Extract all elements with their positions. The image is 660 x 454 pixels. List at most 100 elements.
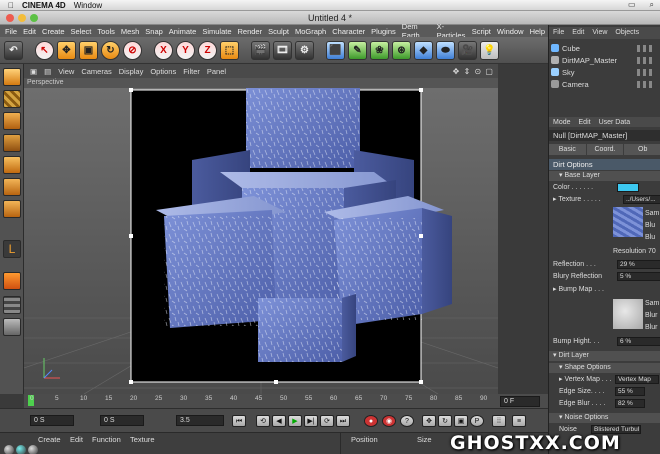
reflection-field[interactable]: 29 %: [617, 260, 660, 269]
live-selection-button[interactable]: ↖: [35, 40, 54, 60]
lock-workplane-icon[interactable]: [3, 296, 21, 314]
main-menu-item[interactable]: Mesh: [118, 27, 142, 36]
key-rotation-button[interactable]: ↻: [438, 415, 452, 427]
step-back-button[interactable]: ◀: [272, 415, 286, 427]
polygons-mode-icon[interactable]: [3, 200, 21, 218]
viewport-menu-options[interactable]: Options: [150, 67, 176, 76]
object-manager-menu-file[interactable]: File: [549, 29, 568, 36]
grid-icon[interactable]: [3, 318, 21, 336]
move-tool-button[interactable]: ✥: [57, 40, 76, 60]
main-menu-item[interactable]: Select: [68, 27, 95, 36]
viewport-navigation-icons[interactable]: ✥ ⇕ ⊙ ▢: [453, 67, 494, 76]
visibility-dots-icon[interactable]: [637, 69, 655, 76]
os-menu-window[interactable]: Window: [74, 1, 102, 10]
material-ball-icon[interactable]: [16, 445, 26, 454]
material-menu-edit[interactable]: Edit: [70, 435, 83, 444]
material-ball-icon[interactable]: [4, 445, 14, 454]
base-layer-group[interactable]: ▾ Base Layer: [549, 171, 660, 181]
perspective-viewport[interactable]: [24, 88, 498, 394]
attributes-menu-item[interactable]: Edit: [575, 119, 595, 126]
visibility-dots-icon[interactable]: [637, 57, 655, 64]
cube-top[interactable]: [246, 88, 360, 168]
array-button[interactable]: ⊛: [392, 40, 411, 60]
main-menu-item[interactable]: Render: [235, 27, 266, 36]
camera-button[interactable]: 🎥: [458, 40, 477, 60]
step-forward-button[interactable]: ▶|: [304, 415, 318, 427]
minimize-window-button[interactable]: [18, 14, 26, 22]
timeline-ruler[interactable]: 0 5 10 15 20 25 30 35 40 45 50 55 60 65 70 75 80 85 90: [24, 394, 498, 408]
main-menu-item[interactable]: Window: [494, 27, 527, 36]
key-scale-button[interactable]: ▣: [454, 415, 468, 427]
attributes-menu-item[interactable]: Mode: [549, 119, 575, 126]
keyframe-selection-button[interactable]: ?: [400, 415, 414, 427]
autokey-button[interactable]: ◉: [382, 415, 396, 427]
y-axis-button[interactable]: Y: [176, 40, 195, 60]
material-ball-icon[interactable]: [28, 445, 38, 454]
shape-options-group[interactable]: ▾ Shape Options: [549, 363, 660, 373]
object-row[interactable]: Sky: [551, 67, 660, 78]
bump-height-field[interactable]: 6 %: [617, 337, 660, 346]
light-button[interactable]: 💡: [480, 40, 499, 60]
deformer-button[interactable]: ◆: [414, 40, 433, 60]
key-position-button[interactable]: ✥: [422, 415, 436, 427]
main-menu-item[interactable]: Character: [329, 27, 368, 36]
z-axis-button[interactable]: Z: [198, 40, 217, 60]
coordinate-system-button[interactable]: ⬚: [220, 40, 239, 60]
main-menu-item[interactable]: Create: [39, 27, 68, 36]
object-manager-menu-edit[interactable]: Edit: [568, 29, 588, 36]
vertex-map-field[interactable]: Vertex Map: [615, 375, 659, 384]
previous-keyframe-button[interactable]: ⟲: [256, 415, 270, 427]
main-menu-item[interactable]: Help: [527, 27, 548, 36]
cube-bottom[interactable]: [258, 294, 356, 362]
points-mode-icon[interactable]: [3, 156, 21, 174]
key-param-button[interactable]: P: [470, 415, 484, 427]
object-manager-menu-objects[interactable]: Objects: [611, 29, 643, 36]
start-time-field[interactable]: 0 S: [30, 415, 74, 426]
bump-map-label[interactable]: ▸ Bump Map . . .: [553, 286, 604, 293]
key-pla-button[interactable]: ⁞⁞: [492, 415, 506, 427]
object-row[interactable]: Cube: [551, 43, 660, 54]
current-time-field[interactable]: 0 S: [100, 415, 144, 426]
main-menu-item[interactable]: Snap: [142, 27, 166, 36]
timeline-end-frame-field[interactable]: 0 F: [500, 396, 540, 407]
texture-mode-icon[interactable]: [3, 90, 21, 108]
go-to-start-button[interactable]: ⏮: [232, 415, 246, 427]
environment-button[interactable]: ⬬: [436, 40, 455, 60]
main-menu-item[interactable]: MoGraph: [292, 27, 329, 36]
edge-blur-field[interactable]: 82 %: [615, 399, 645, 408]
go-to-end-button[interactable]: ⏭: [336, 415, 350, 427]
attributes-tab[interactable]: Ob: [624, 144, 660, 155]
dirt-options-section[interactable]: Dirt Options: [549, 159, 660, 170]
edit-render-settings-button[interactable]: ⚙: [295, 40, 314, 60]
vertex-map-label[interactable]: ▸ Vertex Map . . .: [559, 376, 612, 383]
undo-button[interactable]: ↶: [4, 40, 23, 60]
record-button[interactable]: ●: [364, 415, 378, 427]
search-icon[interactable]: ⌕: [650, 0, 654, 10]
viewport-menu-panel[interactable]: Panel: [207, 67, 226, 76]
material-menu-function[interactable]: Function: [92, 435, 121, 444]
cameras-icon[interactable]: ▤: [44, 67, 51, 76]
main-menu-item[interactable]: Animate: [166, 27, 200, 36]
texture-thumbnail[interactable]: [613, 207, 643, 237]
cube-primitive-button[interactable]: ⬛: [326, 40, 345, 60]
color-swatch[interactable]: [617, 183, 639, 192]
zoom-window-button[interactable]: [30, 14, 38, 22]
main-menu-item[interactable]: Tools: [94, 27, 118, 36]
edge-size-field[interactable]: 55 %: [615, 387, 645, 396]
attributes-tab[interactable]: Coord.: [586, 144, 624, 155]
end-time-field[interactable]: 3.5: [176, 415, 224, 426]
workplane-icon[interactable]: [3, 112, 21, 130]
texture-path-field[interactable]: ../Users/...: [623, 195, 660, 204]
viewport-menu-cameras[interactable]: Cameras: [81, 67, 111, 76]
model-mode-icon[interactable]: [3, 134, 21, 152]
main-menu-item[interactable]: Script: [469, 27, 494, 36]
main-menu-item[interactable]: Sculpt: [265, 27, 292, 36]
nurbs-button[interactable]: ❀: [370, 40, 389, 60]
main-menu-item[interactable]: Plugins: [368, 27, 399, 36]
bump-map-thumbnail[interactable]: [613, 299, 643, 329]
viewport-menu-display[interactable]: Display: [119, 67, 144, 76]
main-menu-item[interactable]: Edit: [20, 27, 39, 36]
os-menu-app[interactable]: CINEMA 4D: [22, 1, 66, 10]
scale-tool-button[interactable]: ▣: [79, 40, 98, 60]
timeline-menu-button[interactable]: ≡: [512, 415, 526, 427]
